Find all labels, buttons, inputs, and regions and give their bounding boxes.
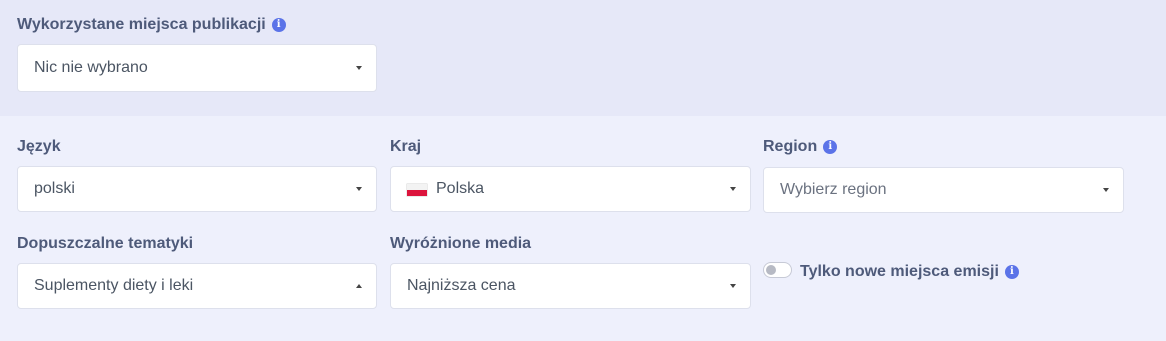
new-only-label: Tylko nowe miejsca emisji i (800, 263, 1019, 281)
publication-places-label-text: Wykorzystane miejsca publikacji (17, 16, 266, 33)
topics-select[interactable]: Suplementy diety i leki (17, 263, 377, 309)
language-value: polski (34, 180, 75, 197)
featured-media-select[interactable]: Najniższa cena (390, 263, 751, 309)
caret-down-icon (730, 187, 736, 191)
new-only-label-text[interactable]: Tylko nowe miejsca emisji (800, 263, 999, 281)
region-label-text: Region (763, 138, 818, 155)
region-label: Region i (763, 138, 838, 156)
toggle-knob (766, 265, 776, 275)
language-select[interactable]: polski (17, 166, 377, 212)
caret-down-icon (1103, 188, 1109, 192)
region-select[interactable]: Wybierz region (763, 167, 1124, 213)
topics-label-text: Dopuszczalne tematyki (17, 235, 194, 252)
featured-media-label: Wyróżnione media (390, 235, 531, 253)
caret-down-icon (356, 66, 362, 70)
caret-up-icon (356, 284, 362, 288)
info-icon[interactable]: i (271, 18, 286, 32)
new-only-toggle[interactable] (763, 262, 792, 278)
publication-places-label: Wykorzystane miejsca publikacji i (17, 16, 286, 34)
featured-media-label-text: Wyróżnione media (390, 235, 532, 252)
info-icon[interactable]: i (1004, 265, 1019, 279)
topics-label: Dopuszczalne tematyki (17, 235, 193, 253)
publication-places-value: Nic nie wybrano (34, 59, 148, 76)
publication-places-select[interactable]: Nic nie wybrano (17, 44, 377, 92)
country-label: Kraj (390, 138, 421, 156)
country-select[interactable]: Polska (390, 166, 751, 212)
region-placeholder: Wybierz region (780, 181, 887, 198)
featured-media-value: Najniższa cena (407, 277, 516, 294)
poland-flag-icon (407, 184, 427, 196)
topics-value: Suplementy diety i leki (34, 277, 194, 294)
country-value: Polska (436, 180, 485, 197)
language-label-text: Język (17, 138, 61, 155)
caret-down-icon (356, 187, 362, 191)
caret-down-icon (730, 284, 736, 288)
country-label-text: Kraj (390, 138, 422, 155)
info-icon[interactable]: i (823, 140, 838, 154)
language-label: Język (17, 138, 61, 156)
